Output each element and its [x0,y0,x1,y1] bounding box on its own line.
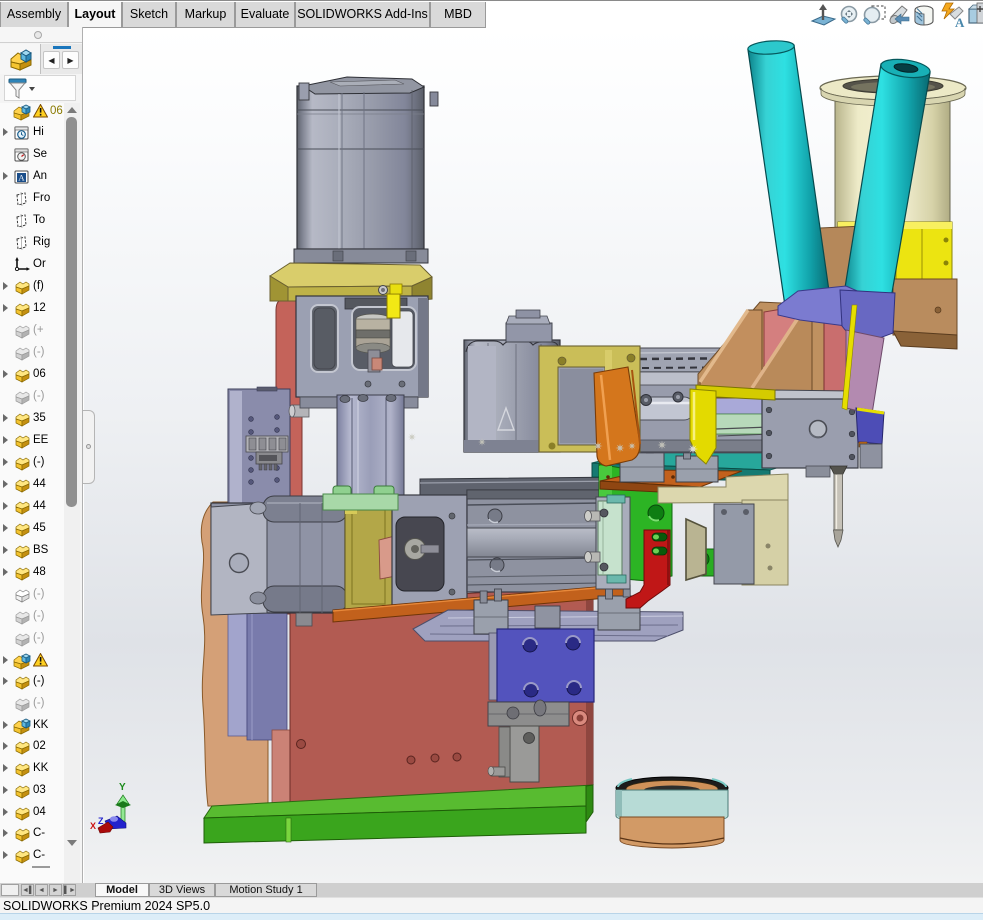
svg-text:A: A [955,15,965,28]
svg-text:Z: Z [98,816,104,826]
svg-text:X: X [90,821,96,831]
svg-text:Y: Y [119,782,126,793]
svg-text:A: A [18,173,25,183]
